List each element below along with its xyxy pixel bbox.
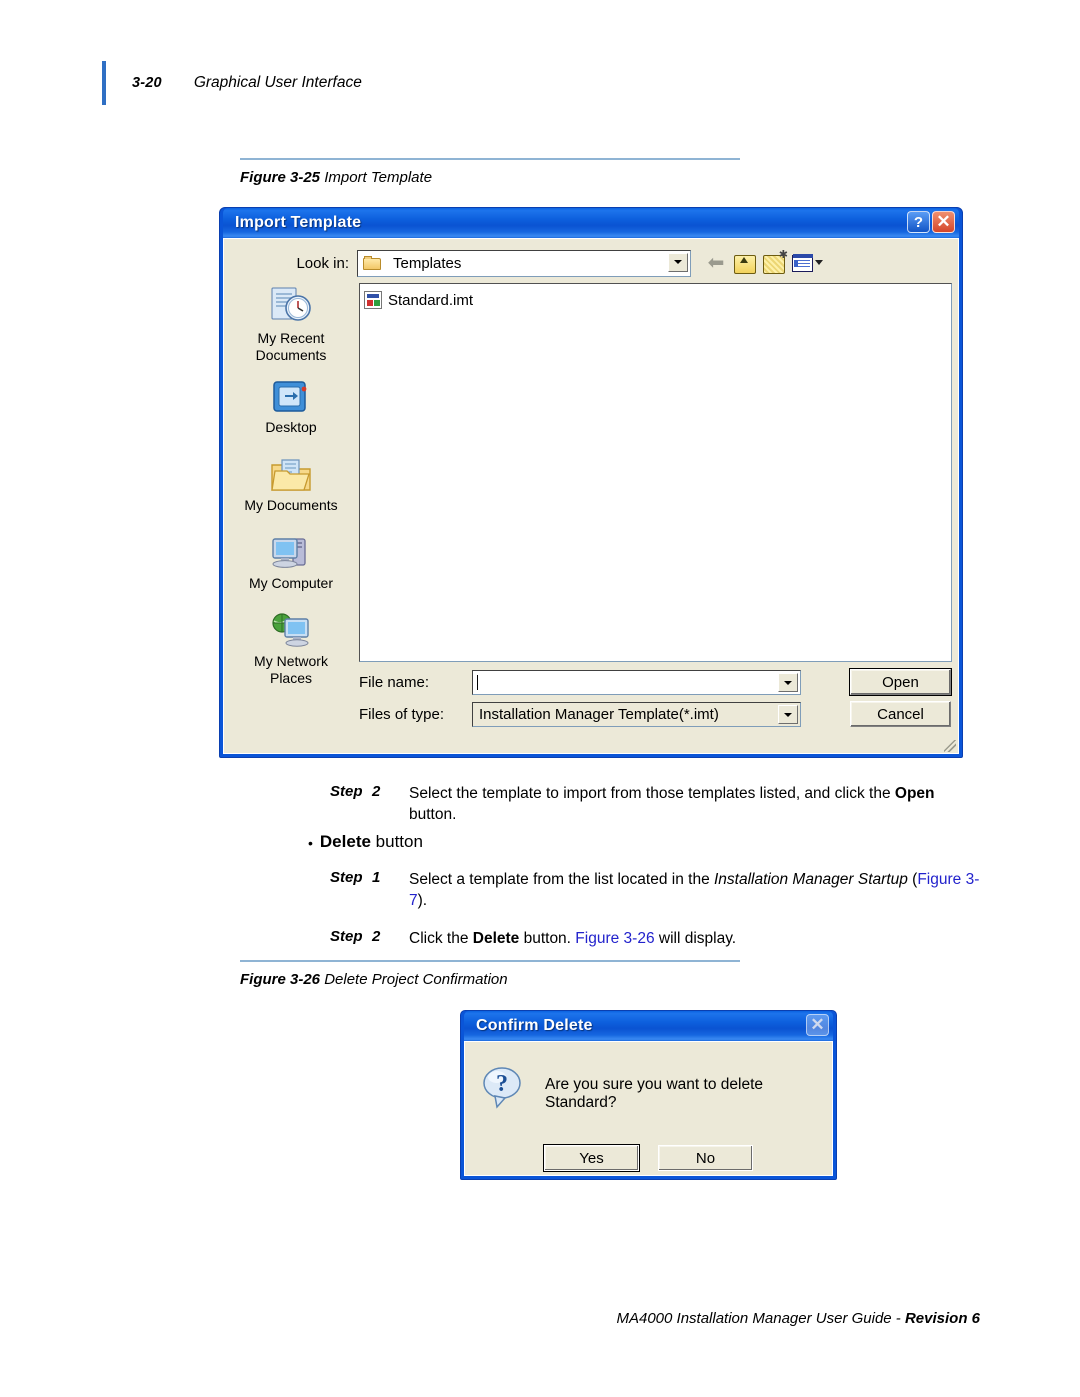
- files-of-type-label-static: Files of type:: [359, 706, 445, 723]
- step-number: 2: [372, 928, 381, 945]
- file-name-label: Standard.imt: [388, 291, 474, 309]
- look-in-value: Templates: [393, 254, 462, 272]
- sidebar-item-label: My Recent Documents: [255, 330, 327, 363]
- section-title: Graphical User Interface: [193, 74, 362, 91]
- steps-delete: Step 1 Select a template from the list l…: [330, 869, 980, 952]
- back-icon[interactable]: ⬅: [705, 252, 727, 274]
- close-icon[interactable]: ✕: [806, 1014, 829, 1036]
- views-icon[interactable]: [792, 253, 823, 274]
- files-of-type-combobox[interactable]: Installation Manager Template(*.imt): [472, 702, 801, 727]
- bullet-icon: •: [308, 834, 313, 851]
- figure-caption-3-26: Figure 3-26 Delete Project Confirmation: [240, 960, 740, 988]
- confirm-dialog-titlebar[interactable]: Confirm Delete ✕: [464, 1011, 833, 1041]
- list-item[interactable]: Standard.imt: [364, 289, 947, 311]
- sidebar-item-label: My Computer: [248, 575, 334, 591]
- sidebar-item-my-computer[interactable]: My Computer: [228, 528, 354, 592]
- step-text: Select the template to import from those…: [409, 785, 935, 823]
- recent-documents-icon: [228, 283, 354, 328]
- steps-import: Step 2 Select the template to import fro…: [330, 783, 980, 828]
- figure-caption-line: Figure 3-26 Delete Project Confirmation: [240, 971, 740, 988]
- yes-button[interactable]: Yes: [543, 1144, 640, 1172]
- imt-file-icon: [364, 291, 382, 309]
- close-icon[interactable]: ✕: [932, 211, 955, 233]
- look-in-combobox[interactable]: Templates: [357, 249, 691, 277]
- page-number: 3-20: [132, 75, 162, 91]
- places-bar: My Recent Documents Desktop My Documents…: [228, 283, 354, 747]
- import-dialog-titlebar[interactable]: Import Template ? ✕: [223, 208, 959, 238]
- files-of-type-value: Installation Manager Template(*.imt): [479, 706, 719, 723]
- confirm-dialog-window-controls: ✕: [806, 1014, 829, 1036]
- step-word: Step: [330, 783, 363, 800]
- step-row: Step 2 Select the template to import fro…: [330, 783, 980, 825]
- figure-rule: [240, 158, 740, 160]
- figure-rule: [240, 960, 740, 962]
- file-list[interactable]: Standard.imt: [359, 283, 952, 662]
- figure-title: Import Template: [324, 169, 433, 186]
- look-in-label: Look in:: [296, 254, 349, 272]
- chevron-down-icon[interactable]: [668, 252, 688, 272]
- sidebar-item-my-documents[interactable]: My Documents: [228, 450, 354, 514]
- file-dialog-toolbar: ⬅ ✱: [705, 249, 823, 274]
- sidebar-item-label: My Documents: [244, 497, 338, 513]
- bullet-bold-word: Delete: [319, 832, 371, 851]
- step-row: Step 1 Select a template from the list l…: [330, 869, 980, 911]
- my-documents-icon: [228, 450, 354, 495]
- sidebar-item-label: Desktop: [265, 419, 317, 435]
- confirm-dialog-title: Confirm Delete: [476, 1017, 593, 1034]
- cancel-button[interactable]: Cancel: [850, 701, 951, 727]
- footer-text: MA4000 Installation Manager User Guide -: [616, 1310, 905, 1327]
- step-text: Select a template from the list located …: [409, 871, 980, 909]
- sidebar-item-desktop[interactable]: Desktop: [228, 372, 354, 436]
- question-balloon-icon: ?: [479, 1064, 527, 1110]
- file-name-label-static: File name:: [359, 674, 430, 691]
- header-accent-rule: [102, 61, 106, 105]
- figure-caption-3-25: Figure 3-25 Import Template: [240, 158, 740, 186]
- step-word: Step: [330, 869, 363, 886]
- figure-number: Figure 3-26: [240, 971, 321, 988]
- sidebar-item-label: My Network Places: [254, 653, 328, 686]
- file-name-input[interactable]: [472, 670, 801, 695]
- confirm-message: Are you sure you want to delete Standard…: [545, 1076, 763, 1111]
- figure-link[interactable]: Figure 3-26: [575, 930, 654, 947]
- my-computer-icon: [228, 528, 354, 573]
- text-caret: [477, 675, 478, 690]
- sidebar-item-my-recent-documents[interactable]: My Recent Documents: [228, 283, 354, 364]
- delete-button-bullet: • Delete button: [308, 832, 423, 852]
- step-text: Click the Delete button. Figure 3-26 wil…: [409, 930, 737, 947]
- chevron-down-icon[interactable]: [778, 673, 798, 692]
- my-network-places-icon: [228, 606, 354, 651]
- import-template-dialog[interactable]: Import Template ? ✕ Look in: Templates ⬅…: [219, 207, 963, 758]
- footer-revision: Revision 6: [904, 1310, 980, 1327]
- confirm-delete-dialog[interactable]: Confirm Delete ✕ ? Are you sure you want…: [460, 1010, 837, 1180]
- bullet-rest: button: [370, 832, 423, 851]
- figure-number: Figure 3-25: [240, 169, 321, 186]
- step-row: Step 2 Click the Delete button. Figure 3…: [330, 928, 980, 949]
- import-dialog-body: Look in: Templates ⬅ ✱ My Recent Documen…: [223, 238, 959, 754]
- confirm-message-row: ? Are you sure you want to delete Standa…: [479, 1064, 818, 1112]
- figure-title: Delete Project Confirmation: [324, 971, 508, 988]
- step-number: 2: [372, 783, 381, 800]
- svg-text:?: ?: [496, 1071, 508, 1097]
- chevron-down-icon[interactable]: [778, 705, 798, 724]
- import-dialog-window-controls: ? ✕: [907, 211, 955, 233]
- folder-icon: [363, 255, 382, 271]
- open-button[interactable]: Open: [849, 668, 952, 696]
- new-folder-icon[interactable]: ✱: [763, 249, 788, 274]
- look-in-row: Look in: Templates ⬅ ✱: [224, 248, 958, 278]
- figure-caption-line: Figure 3-25 Import Template: [240, 169, 740, 186]
- page-footer: MA4000 Installation Manager User Guide -…: [0, 1310, 980, 1327]
- step-word: Step: [330, 928, 363, 945]
- up-one-level-icon[interactable]: [734, 253, 756, 274]
- page-header: 3-20 Graphical User Interface: [102, 60, 362, 106]
- import-dialog-title: Import Template: [235, 214, 362, 231]
- help-button[interactable]: ?: [907, 211, 930, 233]
- confirm-dialog-buttons: Yes No: [465, 1144, 832, 1172]
- resize-grip[interactable]: [944, 740, 956, 752]
- desktop-icon: [228, 372, 354, 417]
- confirm-dialog-body: ? Are you sure you want to delete Standa…: [464, 1041, 833, 1176]
- no-button[interactable]: No: [658, 1145, 753, 1171]
- sidebar-item-my-network-places[interactable]: My Network Places: [228, 606, 354, 687]
- step-number: 1: [372, 869, 381, 886]
